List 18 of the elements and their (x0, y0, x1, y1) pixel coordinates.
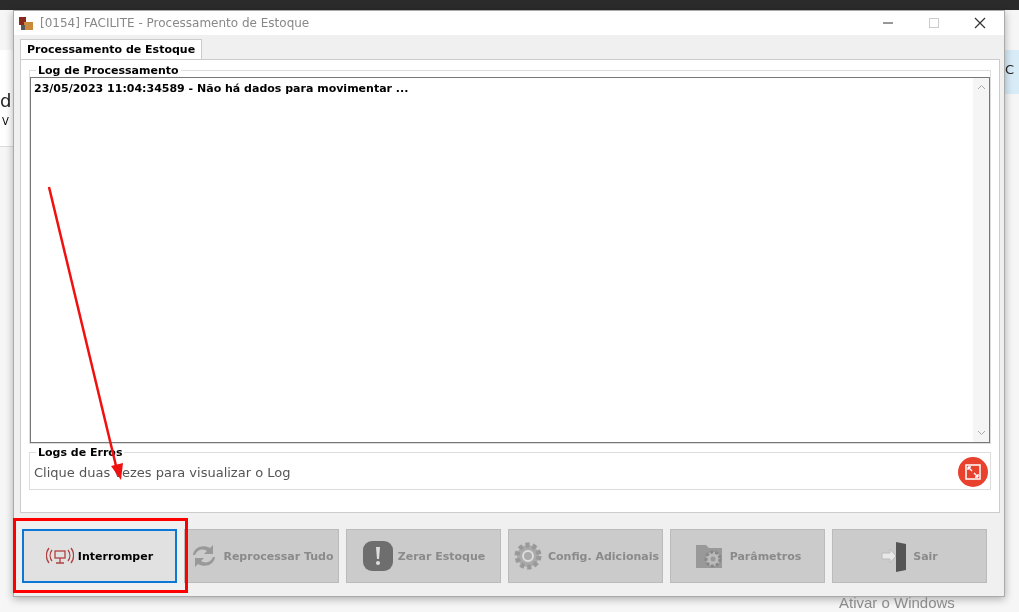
maximize-icon[interactable] (928, 17, 940, 29)
group-title: Log de Processamento (37, 64, 180, 77)
scroll-up-icon[interactable] (976, 84, 986, 90)
scroll-down-icon[interactable] (976, 430, 986, 436)
scrollbar[interactable] (973, 78, 989, 442)
background-text: V (2, 116, 9, 127)
expand-icon[interactable] (958, 457, 988, 487)
app-icon (18, 15, 34, 31)
action-button[interactable]: Interromper (22, 529, 177, 583)
antenna-icon (45, 546, 74, 566)
log-line: 23/05/2023 11:04:34589 - Não há dados para movimentar ... (34, 82, 410, 95)
background-text: C (1005, 62, 1015, 77)
tab[interactable]: Processamento de Estoque (20, 39, 203, 59)
close-icon[interactable] (974, 17, 986, 29)
background-text: d (0, 90, 12, 111)
exclamation-icon (361, 540, 394, 572)
window-title: [0154] FACILITE - Processamento de Estoque (40, 16, 310, 30)
activation-notice: Ativar o Windows (839, 594, 955, 611)
